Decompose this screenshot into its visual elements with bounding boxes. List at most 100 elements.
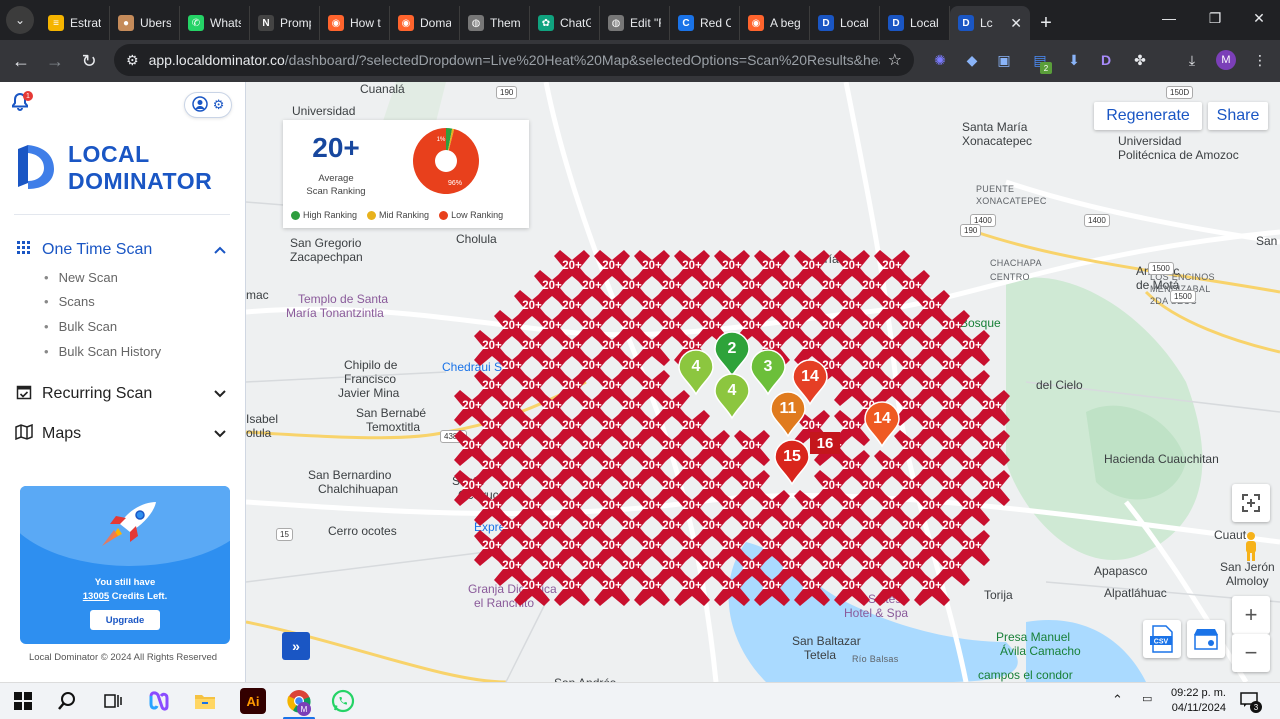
whatsapp-icon: ✆ <box>188 15 204 31</box>
chevron-down-icon[interactable] <box>214 427 226 441</box>
grid-marker[interactable]: 20+ <box>592 568 632 608</box>
windows-taskbar: Ai M ⌃ ▭ 09:22 p. m. 04/11/2024 3 <box>0 682 1280 719</box>
tab-5[interactable]: ◉ Doma <box>390 6 460 40</box>
grid-marker[interactable]: 20+ <box>632 568 672 608</box>
tray-battery-network-icon[interactable]: ▭ <box>1142 692 1152 705</box>
gear-icon[interactable]: ⚙ <box>213 97 225 113</box>
chevron-down-icon[interactable] <box>214 387 226 401</box>
address-bar[interactable]: ⚙ app.localdominator.co /dashboard/?sele… <box>114 44 914 76</box>
tray-chevron-up-icon[interactable]: ⌃ <box>1112 692 1123 708</box>
tab-search-icon[interactable]: ⌄ <box>6 6 34 34</box>
submenu-bulk-scan[interactable]: Bulk Scan <box>44 319 118 334</box>
google-business-icon[interactable] <box>1187 620 1225 658</box>
collapse-sidebar-icon[interactable]: » <box>282 632 310 660</box>
new-tab-button[interactable]: + <box>1030 6 1062 40</box>
rocket-icon <box>92 498 162 548</box>
zoom-out-icon[interactable]: − <box>1232 634 1270 672</box>
reload-icon[interactable]: ↻ <box>72 44 106 78</box>
downloads-icon[interactable]: ⤓ <box>1182 50 1202 70</box>
whatsapp-icon[interactable] <box>330 688 356 714</box>
illustrator-icon[interactable]: Ai <box>240 688 266 714</box>
tab-active[interactable]: D Lc ✕ <box>950 6 1030 40</box>
back-icon[interactable]: ← <box>4 44 38 78</box>
menu-one-time-scan[interactable]: One Time Scan <box>14 238 226 262</box>
grid-marker[interactable]: 20+ <box>912 568 952 608</box>
submenu-bulk-scan-history[interactable]: Bulk Scan History <box>44 344 162 359</box>
extensions-puzzle-icon[interactable]: ✤ <box>1130 50 1150 70</box>
ranking-pin-label: 2 <box>727 340 737 357</box>
tab-9[interactable]: C Red C <box>670 6 740 40</box>
ranking-pin[interactable]: 11 <box>769 390 807 438</box>
ranking-pin[interactable]: 3 <box>749 348 787 396</box>
extension-screens-icon[interactable]: ▣ <box>994 50 1014 70</box>
search-icon[interactable] <box>54 688 80 714</box>
street-view-pegman-icon[interactable] <box>1232 528 1270 566</box>
copilot-icon[interactable] <box>146 688 172 714</box>
maximize-icon[interactable]: ❐ <box>1192 0 1238 36</box>
ranking-pin-label: 4 <box>727 382 737 399</box>
grid-marker[interactable]: 20+ <box>712 568 752 608</box>
tab-11[interactable]: D Local <box>810 6 880 40</box>
chrome-profile-badge: M <box>297 702 311 716</box>
csv-export-icon[interactable]: CSV <box>1143 620 1181 658</box>
ranking-marker-box[interactable]: 16 <box>810 432 840 454</box>
submenu-new-scan[interactable]: New Scan <box>44 270 118 285</box>
grid-marker[interactable]: 20+ <box>552 568 592 608</box>
ranking-pin[interactable]: 4 <box>713 372 751 420</box>
tab-label: A begi <box>770 16 801 30</box>
grid-marker[interactable]: 20+ <box>872 568 912 608</box>
ranking-pin[interactable]: 14 <box>863 400 901 448</box>
recenter-icon[interactable] <box>1232 484 1270 522</box>
forward-icon[interactable]: → <box>38 44 72 78</box>
chevron-up-icon[interactable] <box>214 243 226 257</box>
file-explorer-icon[interactable] <box>192 688 218 714</box>
extension-d-icon[interactable]: D <box>1096 50 1116 70</box>
submenu-scans[interactable]: Scans <box>44 294 95 309</box>
grid-marker[interactable]: 20+ <box>512 568 552 608</box>
tab-1[interactable]: ● Ubersu <box>110 6 180 40</box>
extension-tag-icon[interactable]: ◆ <box>962 50 982 70</box>
tab-12[interactable]: D Local <box>880 6 950 40</box>
legend-item: Low Ranking <box>439 210 503 220</box>
tab-0[interactable]: ≡ Estrate <box>40 6 110 40</box>
windows-start-icon[interactable] <box>10 688 36 714</box>
site-info-icon[interactable]: ⚙ <box>126 52 139 69</box>
ranking-pin[interactable]: 2 <box>713 330 751 378</box>
menu-maps[interactable]: Maps <box>14 422 226 446</box>
grid-marker[interactable]: 20+ <box>792 568 832 608</box>
grid-marker[interactable]: 20+ <box>672 568 712 608</box>
tab-2[interactable]: ✆ Whatsa <box>180 6 250 40</box>
profile-settings-pill[interactable]: ⚙ <box>184 92 232 118</box>
ranking-pin[interactable]: 15 <box>773 438 811 486</box>
credits-suffix: Credits Left. <box>109 591 168 602</box>
localdominator-icon: D <box>958 15 974 31</box>
menu-recurring-scan[interactable]: Recurring Scan <box>14 382 226 406</box>
tab-8[interactable]: ◍ Edit "F <box>600 6 670 40</box>
extension-flower-icon[interactable]: ✺ <box>930 50 950 70</box>
tray-clock[interactable]: 09:22 p. m. 04/11/2024 <box>1162 686 1226 716</box>
extension-download-arrow-icon[interactable]: ⬇ <box>1064 50 1084 70</box>
close-window-icon[interactable]: ✕ <box>1236 0 1280 36</box>
zoom-in-icon[interactable]: + <box>1232 596 1270 634</box>
regenerate-button[interactable]: Regenerate <box>1094 102 1202 130</box>
avatar-icon: ● <box>118 15 134 31</box>
grid-marker[interactable]: 20+ <box>752 568 792 608</box>
tab-4[interactable]: ◉ How t <box>320 6 390 40</box>
tab-10[interactable]: ◉ A begi <box>740 6 810 40</box>
ranking-pin[interactable]: 4 <box>677 348 715 396</box>
upgrade-button[interactable]: Upgrade <box>90 610 160 630</box>
minimize-icon[interactable]: — <box>1146 0 1192 36</box>
share-button[interactable]: Share <box>1208 102 1268 130</box>
profile-avatar[interactable]: M <box>1216 50 1236 70</box>
close-tab-icon[interactable]: ✕ <box>1010 15 1022 32</box>
tab-6[interactable]: ◍ Theme <box>460 6 530 40</box>
map-canvas[interactable]: Cuanalá Universidad Santa María Xonacatepec… <box>246 82 1280 682</box>
user-icon[interactable] <box>191 95 208 115</box>
tab-3[interactable]: N Promp <box>250 6 320 40</box>
tab-7[interactable]: ✿ ChatG <box>530 6 600 40</box>
task-view-icon[interactable] <box>100 688 126 714</box>
browser-menu-icon[interactable]: ⋮ <box>1250 50 1270 70</box>
notification-count-badge: 3 <box>1250 701 1262 713</box>
bookmark-star-icon[interactable]: ☆ <box>888 50 902 70</box>
grid-marker[interactable]: 20+ <box>832 568 872 608</box>
